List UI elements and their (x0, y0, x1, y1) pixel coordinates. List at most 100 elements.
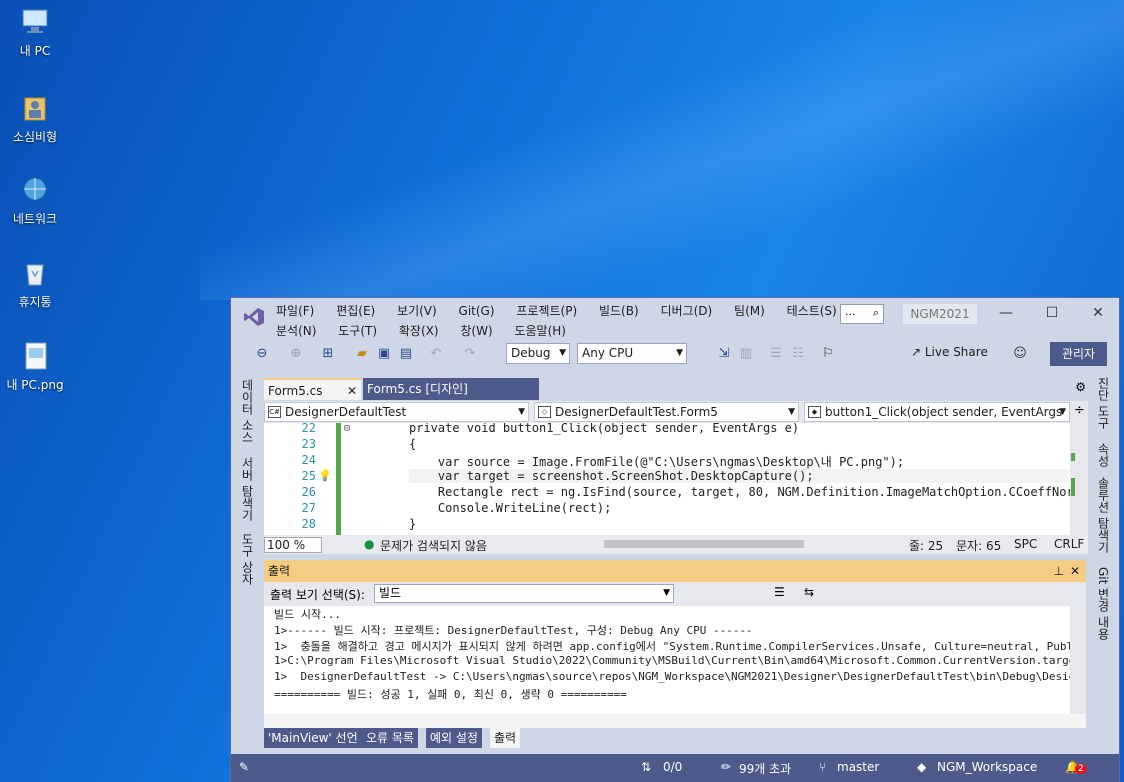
uncomment-icon[interactable]: ☷ (789, 345, 807, 363)
editor-vertical-scrollbar[interactable] (1070, 423, 1088, 535)
tab-data-sources[interactable]: 데이터 소스 (239, 379, 256, 443)
split-icon[interactable]: ÷ (1074, 403, 1085, 418)
new-project-icon[interactable]: ⊞ (319, 345, 337, 363)
live-share-icon: ↗ (911, 345, 925, 359)
changes-count[interactable]: 99개 초과 (739, 760, 791, 777)
maximize-icon[interactable]: ☐ (1045, 306, 1059, 320)
tab-form5-cs[interactable]: Form5.cs ✕ (264, 378, 361, 400)
tab-git-changes[interactable]: Git 변경 내용 (1095, 567, 1112, 640)
spacing-indicator[interactable]: SPC (1014, 537, 1037, 551)
pin-icon[interactable]: ⊥ (1054, 560, 1064, 582)
change-indicator (336, 423, 341, 535)
code-line: Console.WriteLine(rect); (409, 501, 612, 515)
desktop-icon-user-folder[interactable]: 소심비형 (0, 92, 70, 145)
tab-exception-settings[interactable]: 예외 설정 (426, 728, 482, 748)
output-line: 1> 충돌을 해결하고 경고 메시지가 표시되지 않게 하려면 app.conf… (274, 640, 1070, 653)
menu-test[interactable]: 테스트(S) (787, 304, 837, 318)
back-icon[interactable]: ⊖ (253, 345, 271, 363)
minimize-icon[interactable]: — (999, 306, 1013, 320)
zoom-select[interactable]: 100 % (264, 537, 322, 553)
save-icon[interactable]: ▣ (375, 345, 393, 363)
sync-count[interactable]: 0/0 (663, 760, 682, 774)
tab-toolbox[interactable]: 도구 상자 (239, 533, 256, 585)
code-editor[interactable]: 22 23 24 25 26 27 28 ⊟ 💡 private void bu… (264, 423, 1070, 535)
admin-badge: 관리자 (1050, 342, 1107, 366)
branch-name[interactable]: master (837, 760, 879, 774)
lightbulb-icon[interactable]: 💡 (318, 469, 332, 482)
chevron-down-icon: ▼ (788, 407, 795, 417)
tab-diagnostic-tools[interactable]: 진단 도구 (1095, 377, 1112, 429)
menu-extensions[interactable]: 확장(X) (399, 324, 439, 338)
menu-tools[interactable]: 도구(T) (338, 324, 377, 338)
menu-file[interactable]: 파일(F) (276, 304, 314, 318)
chevron-down-icon: ▼ (559, 348, 566, 358)
menu-edit[interactable]: 편집(E) (336, 304, 375, 318)
bottom-tool-tabs: 'MainView' 선언 오류 목록 예외 설정 출력 (264, 728, 1086, 748)
open-folder-icon[interactable]: ▰ (353, 345, 371, 363)
menu-project[interactable]: 프로젝트(P) (516, 304, 577, 318)
navigation-bar: C# DesignerDefaultTest ▼ ◇ DesignerDefau… (264, 401, 1088, 437)
output-source-label: 출력 보기 선택(S): (270, 588, 365, 602)
line-ending-indicator[interactable]: CRLF (1054, 537, 1084, 551)
close-icon[interactable]: ✕ (347, 380, 357, 402)
csharp-icon: C# (268, 406, 281, 418)
editor-status-strip: 100 % ● 문제가 검색되지 않음 줄: 25 문자: 65 SPC CRL… (264, 535, 1088, 554)
comment-icon[interactable]: ☰ (767, 345, 785, 363)
code-line: var source = Image.FromFile(@"C:\Users\n… (409, 455, 905, 469)
menu-team[interactable]: 팀(M) (734, 304, 765, 318)
menu-analyze[interactable]: 분석(N) (276, 324, 316, 338)
member-dropdown[interactable]: ◆ button1_Click(object sender, EventArgs… (804, 402, 1070, 437)
undo-icon[interactable]: ↶ (427, 345, 445, 363)
line-indicator: 줄: 25 (909, 539, 944, 553)
desktop-icon-png-file[interactable]: 내 PC.png (0, 340, 70, 393)
desktop-icon-label: 휴지통 (18, 295, 52, 309)
output-vertical-scrollbar[interactable] (1070, 606, 1086, 714)
menu-help[interactable]: 도움말(H) (514, 324, 566, 338)
tab-properties[interactable]: 속성 (1095, 443, 1112, 467)
tab-mainview-declaration[interactable]: 'MainView' 선언 (264, 728, 362, 748)
tab-error-list[interactable]: 오류 목록 (362, 728, 418, 748)
platform-select[interactable]: Any CPU ▼ (577, 343, 687, 364)
desktop-icon-network[interactable]: 네트워크 (0, 174, 70, 227)
menu-git[interactable]: Git(G) (459, 304, 495, 318)
horizontal-scrollbar[interactable] (604, 540, 804, 548)
output-source-select[interactable]: 빌드 ▼ (374, 584, 674, 603)
code-line: private void button1_Click(object sender… (409, 423, 800, 435)
project-dropdown[interactable]: C# DesignerDefaultTest ▼ (264, 402, 529, 422)
desktop-icon-recycle-bin[interactable]: 휴지통 (0, 257, 70, 310)
output-text[interactable]: 빌드 시작... 1>------ 빌드 시작: 프로젝트: DesignerD… (264, 606, 1070, 714)
project-value: DesignerDefaultTest (285, 405, 407, 419)
menu-window[interactable]: 창(W) (460, 324, 492, 338)
menu-view[interactable]: 보기(V) (397, 304, 437, 318)
menu-build[interactable]: 빌드(B) (599, 304, 639, 318)
issues-text[interactable]: 문제가 검색되지 않음 (380, 537, 487, 554)
tab-form5-designer[interactable]: Form5.cs [디자인] (363, 378, 539, 400)
clear-all-icon[interactable]: ☰ (774, 585, 785, 599)
breakpoint-window-icon[interactable]: ▥ (737, 345, 755, 363)
tab-output[interactable]: 출력 (490, 728, 521, 748)
tab-server-explorer[interactable]: 서버 탐색기 (239, 457, 256, 521)
tab-solution-explorer[interactable]: 솔루션 탐색기 (1095, 477, 1112, 553)
build-config-select[interactable]: Debug ▼ (506, 343, 570, 364)
live-share-button[interactable]: ↗ Live Share (911, 345, 988, 359)
settings-icon[interactable]: ⚙ (1075, 380, 1086, 394)
line-number-gutter: 22 23 24 25 26 27 28 (264, 423, 324, 535)
repo-name[interactable]: NGM_Workspace (937, 760, 1037, 774)
class-icon: ◇ (538, 406, 551, 418)
close-icon[interactable]: ✕ (1070, 560, 1080, 582)
code-line: Rectangle rect = ng.IsFind(source, targe… (409, 485, 1070, 499)
edit-icon[interactable]: ✎ (239, 760, 249, 774)
save-all-icon[interactable]: ▤ (397, 345, 415, 363)
class-dropdown[interactable]: ◇ DesignerDefaultTest.Form5 ▼ (534, 402, 799, 422)
step-icon[interactable]: ⇲ (715, 345, 733, 363)
bookmark-icon[interactable]: ⚐ (819, 345, 837, 363)
desktop-icon-my-pc[interactable]: 내 PC (0, 6, 70, 59)
word-wrap-icon[interactable]: ⇆ (804, 585, 814, 599)
feedback-icon[interactable]: ☺ (1011, 345, 1029, 363)
redo-icon[interactable]: ↷ (461, 345, 479, 363)
forward-icon[interactable]: ⊕ (287, 345, 305, 363)
menu-debug[interactable]: 디버그(D) (660, 304, 712, 318)
search-box[interactable]: ... ⌕ (840, 304, 884, 324)
collapse-icon[interactable]: ⊟ (344, 423, 350, 434)
close-icon[interactable]: ✕ (1091, 306, 1105, 320)
